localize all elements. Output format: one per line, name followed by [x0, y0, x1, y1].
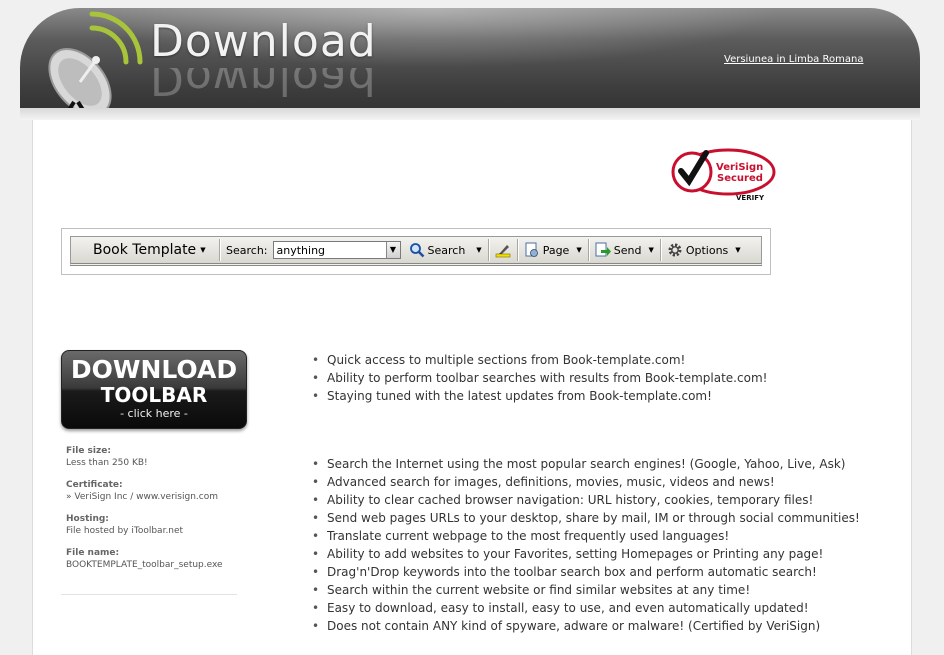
send-page-icon	[595, 242, 611, 257]
send-button[interactable]: Send ▼	[595, 242, 654, 258]
search-button[interactable]: Search ▼	[409, 242, 482, 258]
chevron-down-icon: ▼	[648, 246, 654, 254]
info-label: Hosting:	[66, 514, 109, 524]
download-button-line2: TOOLBAR	[100, 383, 208, 407]
certificate-info: Certificate: » VeriSign Inc / www.verisi…	[66, 479, 266, 504]
toolbar-separator	[219, 239, 220, 261]
list-item: Does not contain ANY kind of spyware, ad…	[312, 617, 860, 635]
page-settings-icon	[525, 242, 538, 257]
file-size-info: File size: Less than 250 KB!	[66, 445, 266, 470]
info-value: BOOKTEMPLATE_toolbar_setup.exe	[66, 560, 223, 570]
list-item: Quick access to multiple sections from B…	[312, 351, 767, 369]
info-divider	[61, 594, 237, 595]
list-item: Staying tuned with the latest updates fr…	[312, 387, 767, 405]
toolbar-bar: Book Template ▼ Search: anything ▼ Searc…	[70, 236, 762, 266]
gear-icon	[668, 243, 682, 257]
magnifier-icon	[409, 243, 424, 258]
send-button-label: Send	[613, 243, 642, 257]
verisign-seal[interactable]: VeriSign Secured VERIFY	[670, 143, 780, 203]
search-label: Search:	[226, 243, 268, 257]
dropdown-arrow-icon[interactable]: ▼	[385, 242, 400, 258]
verisign-verify: VERIFY	[736, 194, 765, 202]
list-item: Search within the current website or fin…	[312, 581, 860, 599]
info-label: File size:	[66, 446, 111, 456]
logo-text: Download	[150, 16, 377, 67]
info-value: File hosted by iToolbar.net	[66, 526, 184, 536]
download-button-line3: - click here -	[120, 407, 188, 420]
list-item: Search the Internet using the most popul…	[312, 455, 860, 473]
info-label: Certificate:	[66, 480, 123, 490]
romanian-version-link[interactable]: Versiunea in Limba Romana	[724, 54, 863, 65]
info-value: Less than 250 KB!	[66, 458, 148, 468]
download-toolbar-button[interactable]: DOWNLOAD TOOLBAR - click here -	[61, 350, 247, 429]
options-button-label: Options	[685, 243, 729, 257]
list-item: Advanced search for images, definitions,…	[312, 473, 860, 491]
chevron-down-icon: ▼	[476, 246, 482, 254]
toolbar-brand-menu[interactable]: Book Template ▼	[71, 242, 213, 258]
info-value: » VeriSign Inc / www.verisign.com	[66, 492, 218, 502]
highlight-button[interactable]	[495, 242, 511, 258]
file-name-info: File name: BOOKTEMPLATE_toolbar_setup.ex…	[66, 547, 266, 572]
satellite-dish-icon	[48, 11, 143, 120]
list-item: Ability to clear cached browser navigati…	[312, 491, 860, 509]
search-button-label: Search	[427, 243, 466, 257]
list-item: Easy to download, easy to install, easy …	[312, 599, 860, 617]
info-label: File name:	[66, 548, 120, 558]
list-item: Ability to add websites to your Favorite…	[312, 545, 860, 563]
site-header: Download Download Versiunea in Limba Rom…	[20, 8, 920, 120]
search-input-value: anything	[276, 243, 326, 257]
toolbar-separator	[487, 239, 489, 261]
chevron-down-icon: ▼	[576, 246, 582, 254]
list-item: Ability to perform toolbar searches with…	[312, 369, 767, 387]
toolbar-separator	[587, 239, 589, 261]
toolbar-preview: Book Template ▼ Search: anything ▼ Searc…	[61, 228, 771, 275]
list-item: Translate current webpage to the most fr…	[312, 527, 860, 545]
logo-reflection: Download	[150, 68, 377, 104]
page-button-label: Page	[542, 243, 570, 257]
download-button-line1: DOWNLOAD	[70, 355, 238, 384]
page-button[interactable]: Page ▼	[524, 242, 582, 258]
list-item: Send web pages URLs to your desktop, sha…	[312, 509, 860, 527]
verisign-line2: Secured	[717, 173, 763, 184]
search-input[interactable]: anything ▼	[272, 241, 401, 259]
verisign-line1: VeriSign	[716, 162, 763, 173]
hosting-info: Hosting: File hosted by iToolbar.net	[66, 513, 266, 538]
toolbar-separator	[659, 239, 661, 261]
highlighter-icon	[495, 245, 510, 258]
site-features-list: Quick access to multiple sections from B…	[312, 351, 767, 405]
chevron-down-icon: ▼	[735, 246, 741, 254]
list-item: Drag'n'Drop keywords into the toolbar se…	[312, 563, 860, 581]
general-features-list: Search the Internet using the most popul…	[312, 455, 860, 635]
options-button[interactable]: Options ▼	[667, 242, 741, 258]
chevron-down-icon: ▼	[200, 246, 206, 254]
toolbar-brand-label: Book Template	[93, 242, 197, 258]
toolbar-separator	[516, 239, 518, 261]
